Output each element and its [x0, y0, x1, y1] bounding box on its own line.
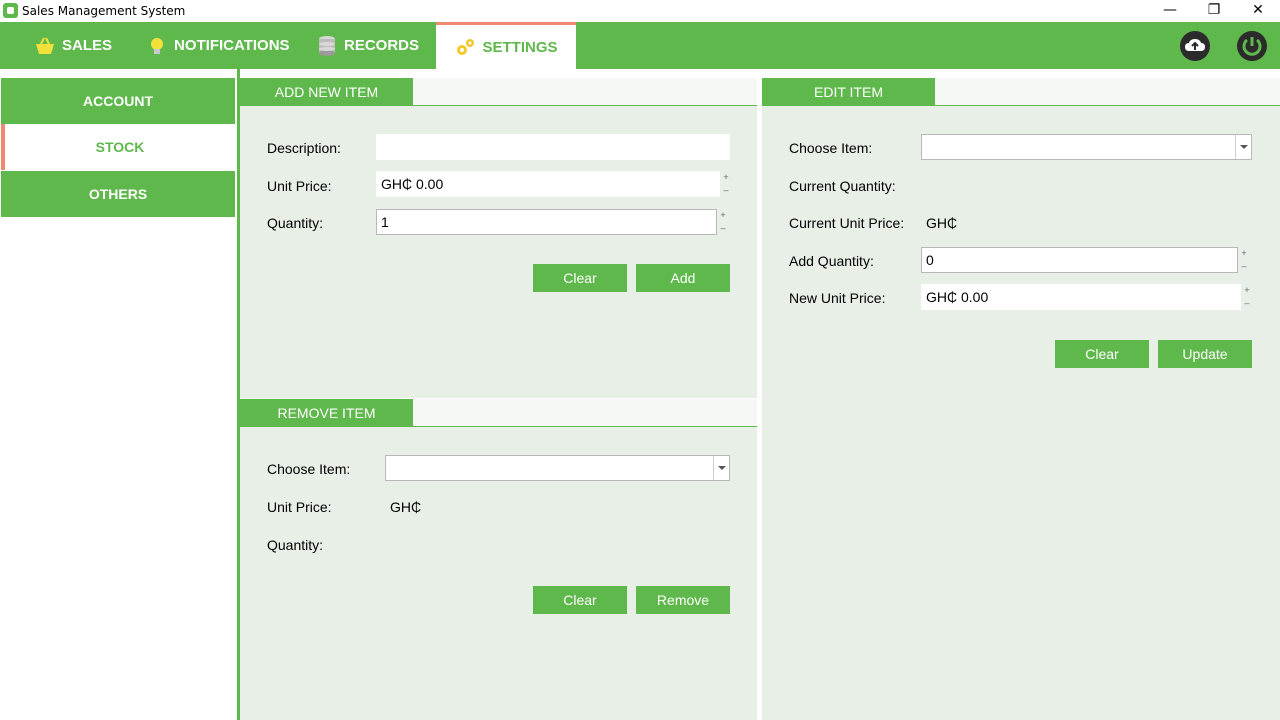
edit-clear-button[interactable]: Clear	[1055, 340, 1149, 368]
edit-choose-select[interactable]	[921, 134, 1252, 160]
description-input[interactable]	[376, 134, 730, 160]
chevron-down-icon[interactable]	[1235, 135, 1251, 159]
sidebar-item-label: OTHERS	[88, 186, 148, 202]
tab-notifications[interactable]: NOTIFICATIONS	[146, 22, 290, 69]
description-label: Description:	[267, 140, 341, 156]
add-item-header: ADD NEW ITEM	[240, 78, 757, 106]
edit-item-title: EDIT ITEM	[762, 78, 935, 106]
tab-sales-label: SALES	[62, 37, 113, 54]
close-button[interactable]: ✕	[1236, 0, 1280, 22]
current-price-value: GH₵	[926, 215, 958, 231]
remove-unit-price-value: GH₵	[390, 499, 422, 515]
cloud-upload-icon	[1180, 39, 1210, 65]
remove-choose-select[interactable]	[385, 455, 730, 481]
quantity-spinner[interactable]: + –	[718, 209, 728, 235]
remove-choose-label: Choose Item:	[267, 461, 351, 477]
new-price-label: New Unit Price:	[789, 290, 886, 306]
remove-button[interactable]: Remove	[636, 586, 730, 614]
new-price-spinner[interactable]: + –	[1242, 284, 1252, 310]
window-title: Sales Management System	[22, 4, 186, 18]
quantity-label: Quantity:	[267, 215, 324, 231]
sidebar-item-label: STOCK	[95, 139, 145, 155]
tab-settings[interactable]: SETTINGS	[436, 22, 576, 69]
sidebar-item-stock[interactable]: STOCK	[1, 124, 235, 170]
add-quantity-input[interactable]: 0	[921, 247, 1238, 273]
new-price-input[interactable]: GH₵ 0.00	[921, 284, 1241, 310]
top-nav: SALES NOTIFICATIONS RECORDS SETTINGS	[0, 22, 1280, 69]
sidebar: ACCOUNT STOCK OTHERS	[0, 69, 240, 720]
chevron-down-icon[interactable]	[713, 456, 729, 480]
quantity-input[interactable]: 1	[376, 209, 717, 235]
sidebar-item-label: ACCOUNT	[83, 93, 153, 109]
add-item-title: ADD NEW ITEM	[240, 78, 413, 106]
basket-icon	[34, 35, 56, 57]
add-clear-button[interactable]: Clear	[533, 264, 627, 292]
remove-item-panel: REMOVE ITEM Choose Item: Unit Price: GH₵…	[240, 399, 757, 720]
unit-price-spinner[interactable]: + –	[721, 171, 731, 197]
remove-quantity-label: Quantity:	[267, 537, 324, 553]
tab-settings-label: SETTINGS	[482, 38, 558, 56]
current-quantity-label: Current Quantity:	[789, 178, 896, 194]
database-icon	[316, 35, 338, 57]
title-bar: Sales Management System — ❐ ✕	[0, 0, 1280, 22]
tab-notifications-label: NOTIFICATIONS	[174, 37, 290, 54]
tab-sales[interactable]: SALES	[34, 22, 112, 69]
minimize-button[interactable]: —	[1148, 0, 1192, 22]
current-price-label: Current Unit Price:	[789, 215, 905, 231]
unit-price-label: Unit Price:	[267, 178, 332, 194]
add-quantity-label: Add Quantity:	[789, 253, 874, 269]
remove-item-title: REMOVE ITEM	[240, 399, 413, 427]
update-button[interactable]: Update	[1158, 340, 1252, 368]
sidebar-item-others[interactable]: OTHERS	[1, 171, 235, 217]
edit-item-panel: EDIT ITEM Choose Item: Current Quantity:…	[762, 78, 1280, 720]
tab-records-label: RECORDS	[344, 37, 420, 54]
lightbulb-icon	[146, 35, 168, 57]
gears-icon	[454, 36, 476, 58]
restore-button[interactable]: ❐	[1192, 0, 1236, 22]
add-item-panel: ADD NEW ITEM Description: Unit Price: GH…	[240, 78, 757, 398]
sidebar-item-account[interactable]: ACCOUNT	[1, 78, 235, 124]
remove-unit-price-label: Unit Price:	[267, 499, 332, 515]
remove-clear-button[interactable]: Clear	[533, 586, 627, 614]
power-icon	[1237, 37, 1267, 65]
power-button[interactable]	[1237, 31, 1267, 61]
add-quantity-spinner[interactable]: + –	[1239, 247, 1249, 273]
add-button[interactable]: Add	[636, 264, 730, 292]
edit-item-header: EDIT ITEM	[762, 78, 1280, 106]
edit-choose-label: Choose Item:	[789, 140, 873, 156]
remove-item-header: REMOVE ITEM	[240, 399, 757, 427]
app-icon	[3, 3, 18, 18]
unit-price-input[interactable]: GH₵ 0.00	[376, 171, 720, 197]
cloud-upload-button[interactable]	[1180, 31, 1210, 61]
tab-records[interactable]: RECORDS	[316, 22, 419, 69]
